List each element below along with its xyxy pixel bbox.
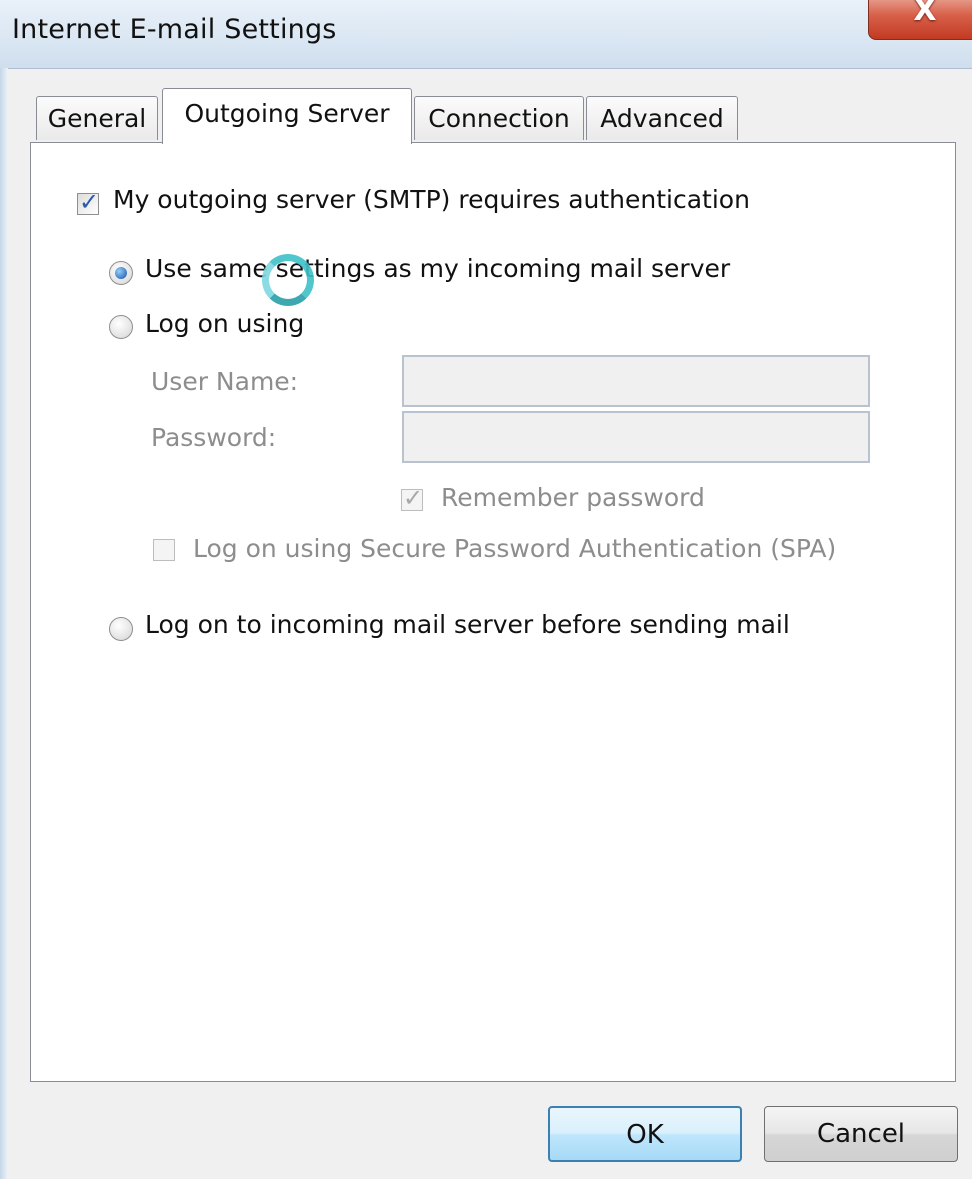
spa-checkbox[interactable] [153, 539, 175, 561]
tab-outgoing-server[interactable]: Outgoing Server [162, 88, 412, 144]
username-field[interactable] [402, 355, 870, 407]
close-icon: X [913, 0, 937, 28]
same-settings-radio[interactable] [109, 261, 133, 285]
radio-selected-dot [115, 267, 127, 279]
same-settings-label: Use same settings as my incoming mail se… [145, 254, 731, 283]
spa-label: Log on using Secure Password Authenticat… [193, 534, 837, 563]
username-label: User Name: [151, 367, 299, 396]
remember-password-label: Remember password [441, 483, 705, 512]
window-title: Internet E-mail Settings [12, 14, 337, 45]
check-icon: ✓ [403, 484, 424, 512]
window-left-border [0, 68, 8, 1179]
smtp-auth-checkbox[interactable]: ✓ [77, 188, 99, 216]
smtp-auth-label: My outgoing server (SMTP) requires authe… [113, 185, 750, 214]
internet-email-settings-dialog: Internet E-mail Settings X General Outgo… [0, 0, 972, 1179]
title-bar[interactable]: Internet E-mail Settings X [0, 0, 972, 69]
tab-connection-label: Connection [428, 104, 570, 133]
tab-general-label: General [47, 104, 147, 133]
tab-outgoing-server-label: Outgoing Server [184, 99, 390, 128]
busy-spinner-icon [262, 254, 314, 306]
outgoing-server-panel: ✓ My outgoing server (SMTP) requires aut… [30, 142, 956, 1082]
ok-button[interactable]: OK [548, 1106, 742, 1162]
tab-general[interactable]: General [36, 96, 158, 140]
check-icon: ✓ [79, 188, 100, 216]
cancel-button[interactable]: Cancel [764, 1106, 958, 1162]
password-field[interactable] [402, 411, 870, 463]
close-button[interactable]: X [868, 0, 972, 40]
tab-advanced-label: Advanced [600, 104, 724, 133]
tab-advanced[interactable]: Advanced [586, 96, 738, 140]
logon-incoming-label: Log on to incoming mail server before se… [145, 610, 790, 639]
cancel-button-label: Cancel [816, 1119, 906, 1149]
logon-using-label: Log on using [145, 309, 305, 338]
ok-button-label: OK [626, 1120, 664, 1150]
remember-password-checkbox[interactable]: ✓ [401, 484, 423, 512]
password-label: Password: [151, 423, 277, 452]
logon-using-radio[interactable] [109, 315, 133, 339]
tab-connection[interactable]: Connection [414, 96, 584, 140]
logon-incoming-radio[interactable] [109, 617, 133, 641]
